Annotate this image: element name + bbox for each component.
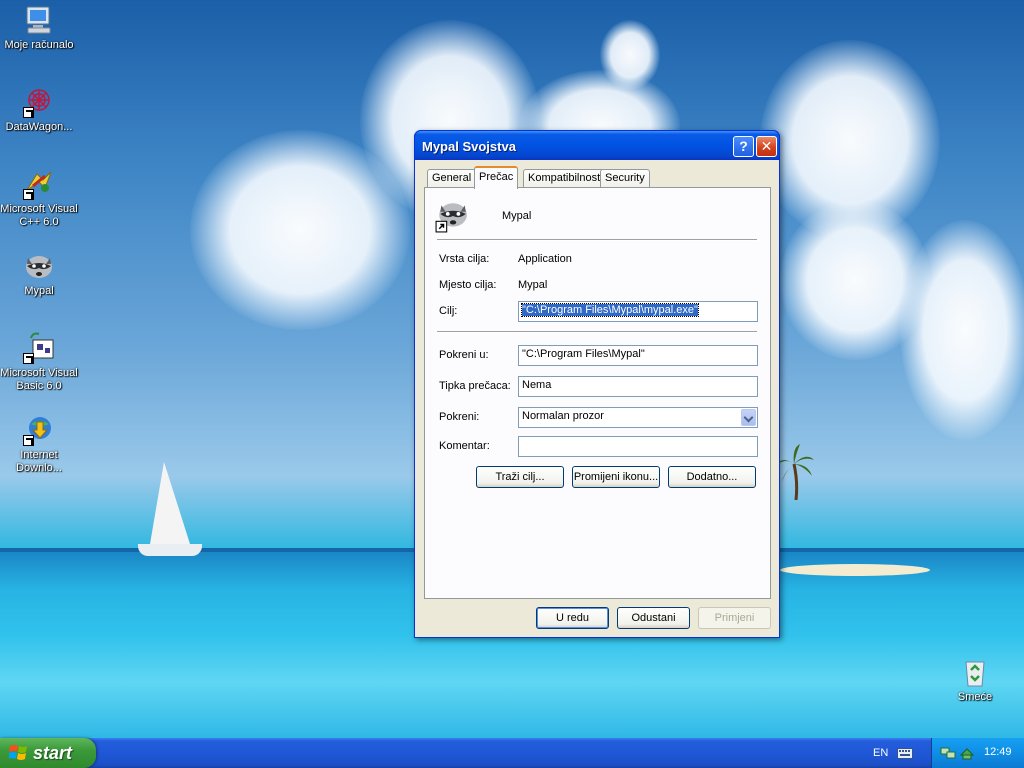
desktop-icon-label: DataWagon... [5, 121, 73, 133]
visual-basic-icon [23, 332, 55, 364]
help-icon: ? [739, 138, 748, 154]
desktop-icon-label: Internet Downlo... [16, 449, 62, 474]
start-label: start [33, 743, 73, 763]
shortcut-key-label: Tipka prečaca: [439, 380, 511, 392]
target-location-label: Mjesto cilja: [439, 279, 497, 291]
change-icon-button[interactable]: Promijeni ikonu... [572, 466, 660, 488]
separator [437, 331, 757, 333]
run-select-value: Normalan prozor [522, 410, 604, 422]
start-in-field[interactable]: "C:\Program Files\Mypal" [518, 345, 758, 366]
datawagon-icon [23, 86, 55, 118]
cloud [600, 20, 660, 90]
sailboat-hull [138, 544, 202, 556]
app-name: Mypal [502, 210, 532, 222]
taskbar: start EN 12:49 [0, 738, 1024, 768]
close-button[interactable]: ✕ [756, 136, 777, 157]
target-label: Cilj: [439, 305, 458, 317]
raccoon-icon [435, 199, 469, 233]
windows-logo-icon [9, 745, 27, 760]
tab-shortcut[interactable]: Prečac [474, 166, 519, 189]
tab-compatibility[interactable]: Kompatibilnost [523, 169, 606, 188]
desktop-icon-visual-basic[interactable]: Microsoft Visual Basic 6.0 [0, 332, 78, 393]
title-bar[interactable]: Mypal Svojstva ? ✕ [414, 130, 780, 160]
advanced-button[interactable]: Dodatno... [668, 466, 756, 488]
separator [437, 239, 757, 241]
shortcut-key-field[interactable]: Nema [518, 376, 758, 397]
tab-security[interactable]: Security [600, 169, 650, 188]
computer-icon [23, 4, 55, 36]
desktop-icon-datawagon[interactable]: DataWagon... [0, 86, 78, 134]
clock[interactable]: 12:49 [984, 746, 1012, 758]
find-target-button[interactable]: Traži cilj... [476, 466, 564, 488]
desktop-icon-visual-cpp[interactable]: Microsoft Visual C++ 6.0 [0, 168, 78, 229]
language-indicator[interactable]: EN [873, 747, 888, 759]
sandbar [780, 564, 930, 576]
shortcut-arrow-icon [23, 107, 34, 118]
internet-download-manager-icon [23, 414, 55, 446]
recycle-bin-icon [959, 656, 991, 688]
apply-button: Primjeni [698, 607, 771, 629]
run-select[interactable]: Normalan prozor [518, 407, 758, 428]
sailboat-sail [150, 462, 190, 544]
start-button[interactable]: start [0, 738, 96, 768]
safely-remove-hardware-icon[interactable] [959, 745, 975, 761]
desktop-icon-label: Microsoft Visual Basic 6.0 [0, 367, 78, 392]
desktop-icon-label: Moje računalo [4, 39, 74, 51]
raccoon-icon [23, 250, 55, 282]
target-location-value: Mypal [518, 279, 548, 291]
target-type-value: Application [518, 253, 572, 265]
desktop-icon-mypal[interactable]: Mypal [0, 250, 78, 298]
desktop-icon-label: Microsoft Visual C++ 6.0 [0, 203, 78, 228]
shortcut-arrow-icon [23, 353, 34, 364]
desktop-icon-label: Smeće [957, 691, 993, 703]
system-tray: 12:49 [931, 738, 1024, 768]
target-field[interactable]: "C:\Program Files\Mypal\mypal.exe" [518, 301, 758, 322]
desktop-icon-my-computer[interactable]: Moje računalo [0, 4, 78, 52]
cancel-button[interactable]: Odustani [617, 607, 690, 629]
shortcut-arrow-icon [23, 435, 34, 446]
comment-field[interactable] [518, 436, 758, 457]
dialog-title: Mypal Svojstva [422, 139, 516, 154]
cloud [900, 220, 1024, 440]
network-icon[interactable] [940, 745, 956, 761]
shortcut-arrow-icon [23, 189, 34, 200]
palm-tree [778, 444, 814, 500]
desktop-icon-internet-download[interactable]: Internet Downlo... [0, 414, 78, 475]
chevron-down-icon[interactable] [741, 409, 756, 426]
properties-dialog: Mypal Svojstva ? ✕ General Prečac Kompat… [414, 130, 780, 638]
desktop-icon-label: Mypal [24, 285, 54, 297]
keyboard-icon[interactable] [897, 748, 913, 759]
ok-button[interactable]: U redu [536, 607, 609, 629]
desktop-icon-recycle-bin[interactable]: Smeće [936, 656, 1014, 704]
close-icon: ✕ [760, 138, 773, 154]
start-in-label: Pokreni u: [439, 349, 489, 361]
run-label: Pokreni: [439, 411, 480, 423]
tab-general[interactable]: General [427, 169, 477, 188]
visual-cpp-icon [23, 168, 55, 200]
comment-label: Komentar: [439, 440, 490, 452]
help-button[interactable]: ? [733, 136, 754, 157]
target-value: "C:\Program Files\Mypal\mypal.exe" [521, 303, 699, 317]
target-type-label: Vrsta cilja: [439, 253, 490, 265]
